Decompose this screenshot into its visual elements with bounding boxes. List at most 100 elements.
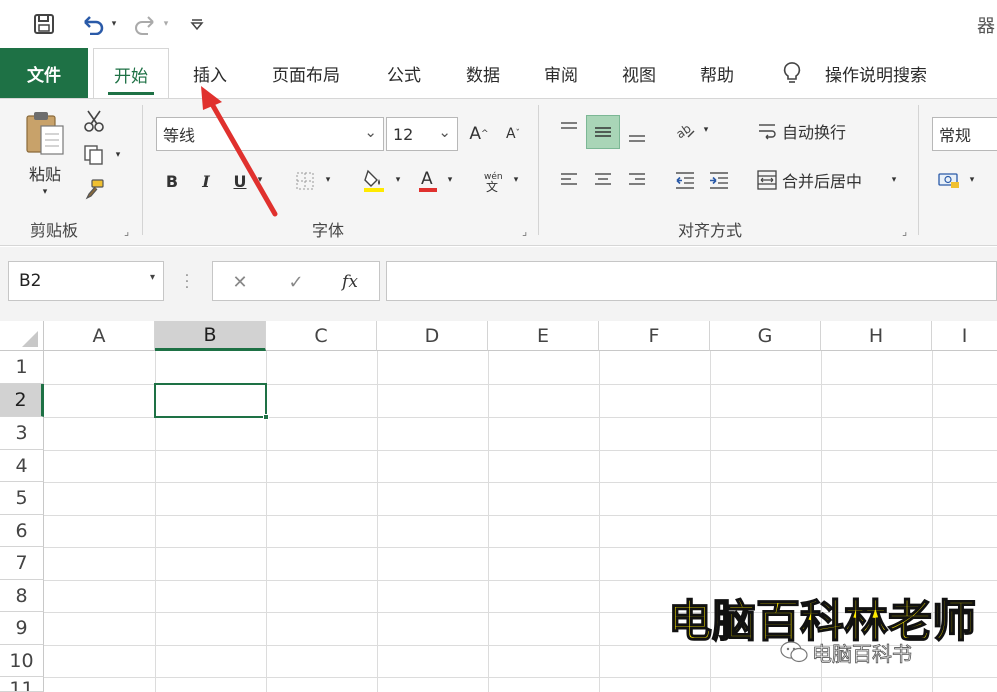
border-dropdown-icon[interactable]: ▾ xyxy=(322,173,334,187)
align-bottom-icon[interactable] xyxy=(622,119,652,149)
currency-dropdown-icon[interactable]: ▾ xyxy=(966,173,978,187)
tab-page-layout[interactable]: 页面布局 xyxy=(258,48,354,98)
customize-qat-icon[interactable] xyxy=(186,12,208,36)
phonetic-icon[interactable]: wén 文 xyxy=(478,165,508,195)
phonetic-dropdown-icon[interactable]: ▾ xyxy=(510,173,522,187)
redo-icon[interactable] xyxy=(130,12,160,36)
increase-font-size-icon[interactable]: A ^ xyxy=(466,119,492,149)
italic-button[interactable]: I xyxy=(194,167,218,195)
tab-view[interactable]: 视图 xyxy=(608,48,670,98)
tab-data[interactable]: 数据 xyxy=(452,48,514,98)
row-header-1[interactable]: 1 xyxy=(0,351,44,384)
row-header-7[interactable]: 7 xyxy=(0,547,44,580)
column-header-g[interactable]: G xyxy=(710,321,821,351)
orientation-dropdown-icon[interactable]: ▾ xyxy=(700,123,712,137)
font-launcher-icon[interactable]: ⌟ xyxy=(522,225,527,238)
active-cell-b2[interactable] xyxy=(154,383,267,418)
align-middle-icon[interactable] xyxy=(586,115,620,149)
copy-icon[interactable] xyxy=(80,141,108,169)
increase-indent-icon[interactable] xyxy=(704,165,734,195)
format-painter-icon[interactable] xyxy=(80,175,108,203)
save-icon[interactable] xyxy=(30,12,58,36)
svg-text:ab: ab xyxy=(674,121,694,141)
cut-icon[interactable] xyxy=(80,107,108,135)
column-header-e[interactable]: E xyxy=(488,321,599,351)
window-title-fragment: 器 xyxy=(977,16,995,37)
underline-button[interactable]: U xyxy=(228,167,252,195)
align-right-icon[interactable] xyxy=(622,165,652,195)
align-left-icon[interactable] xyxy=(554,165,584,195)
tab-review[interactable]: 审阅 xyxy=(530,48,592,98)
merge-center-icon[interactable] xyxy=(754,165,780,195)
orientation-icon[interactable]: ab xyxy=(670,115,700,145)
paste-button[interactable]: 粘贴 xyxy=(20,161,70,185)
tell-me-search[interactable]: 操作说明搜索 xyxy=(812,48,940,98)
ribbon-home: 粘贴 ▾ ▾ 剪贴板 ⌟ 等线 ⌄ 12 ⌄ A ^ Aˇ B I U ▾ ▾ ▾… xyxy=(0,98,997,246)
fill-handle[interactable] xyxy=(263,414,269,420)
column-header-b[interactable]: B xyxy=(155,321,266,351)
number-format-combo[interactable]: 常规 xyxy=(932,117,997,151)
underline-dropdown-icon[interactable]: ▾ xyxy=(254,173,266,187)
font-color-dropdown-icon[interactable]: ▾ xyxy=(444,173,456,187)
lightbulb-icon[interactable] xyxy=(776,48,808,98)
wrap-text-icon[interactable] xyxy=(754,117,780,145)
column-header-c[interactable]: C xyxy=(266,321,377,351)
row-header-11[interactable]: 11 xyxy=(0,677,44,692)
column-header-d[interactable]: D xyxy=(377,321,488,351)
row-header-4[interactable]: 4 xyxy=(0,450,44,482)
border-icon[interactable] xyxy=(292,167,318,195)
merge-dropdown-icon[interactable]: ▾ xyxy=(888,173,900,187)
fill-color-icon[interactable] xyxy=(360,165,388,195)
font-color-icon[interactable]: A xyxy=(414,165,442,195)
copy-dropdown-icon[interactable]: ▾ xyxy=(112,149,124,161)
name-box-value: B2 xyxy=(19,271,42,291)
font-name-combo[interactable]: 等线 ⌄ xyxy=(156,117,384,151)
align-top-icon[interactable] xyxy=(554,115,584,145)
decrease-indent-icon[interactable] xyxy=(670,165,700,195)
clipboard-launcher-icon[interactable]: ⌟ xyxy=(124,225,129,238)
gridline xyxy=(44,547,997,548)
row-header-9[interactable]: 9 xyxy=(0,612,44,645)
tab-file[interactable]: 文件 xyxy=(0,48,88,98)
more-options-icon[interactable]: · · · xyxy=(182,269,192,295)
row-header-3[interactable]: 3 xyxy=(0,417,44,450)
wrap-text-button[interactable]: 自动换行 xyxy=(782,117,860,145)
redo-dropdown-icon[interactable]: ▾ xyxy=(160,12,172,36)
chevron-down-icon: ⌄ xyxy=(364,123,377,141)
undo-icon[interactable] xyxy=(78,12,108,36)
row-header-2[interactable]: 2 xyxy=(0,384,44,417)
row-header-10[interactable]: 10 xyxy=(0,645,44,677)
column-header-f[interactable]: F xyxy=(599,321,710,351)
cancel-icon[interactable]: ✕ xyxy=(225,268,255,296)
currency-icon[interactable] xyxy=(934,165,964,195)
tab-formulas[interactable]: 公式 xyxy=(372,48,436,98)
column-header-i[interactable]: I xyxy=(932,321,997,351)
alignment-launcher-icon[interactable]: ⌟ xyxy=(902,225,907,238)
enter-icon[interactable]: ✓ xyxy=(281,268,311,296)
formula-input[interactable] xyxy=(386,261,997,301)
paste-icon[interactable] xyxy=(20,109,70,159)
column-header-a[interactable]: A xyxy=(44,321,155,351)
paste-dropdown-icon[interactable]: ▾ xyxy=(38,185,52,199)
decrease-font-size-icon[interactable]: Aˇ xyxy=(500,119,526,149)
name-box[interactable]: B2 ▾ xyxy=(8,261,164,301)
quick-access-toolbar: ▾ ▾ 器 xyxy=(0,0,997,48)
select-all-corner[interactable] xyxy=(0,321,44,351)
fill-color-dropdown-icon[interactable]: ▾ xyxy=(392,173,404,187)
align-center-icon[interactable] xyxy=(588,165,618,195)
tab-insert[interactable]: 插入 xyxy=(178,48,242,98)
row-header-6[interactable]: 6 xyxy=(0,515,44,547)
column-header-h[interactable]: H xyxy=(821,321,932,351)
bold-button[interactable]: B xyxy=(160,167,184,195)
svg-text:文: 文 xyxy=(486,179,498,193)
group-label-font: 字体 xyxy=(312,221,345,240)
row-header-5[interactable]: 5 xyxy=(0,482,44,515)
font-size-combo[interactable]: 12 ⌄ xyxy=(386,117,458,151)
undo-dropdown-icon[interactable]: ▾ xyxy=(108,12,120,36)
insert-function-button[interactable]: fx xyxy=(335,268,365,296)
row-header-8[interactable]: 8 xyxy=(0,580,44,612)
gridline xyxy=(44,580,997,581)
merge-center-button[interactable]: 合并后居中 xyxy=(782,165,882,195)
tab-home[interactable]: 开始 xyxy=(93,48,169,99)
tab-help[interactable]: 帮助 xyxy=(686,48,748,98)
